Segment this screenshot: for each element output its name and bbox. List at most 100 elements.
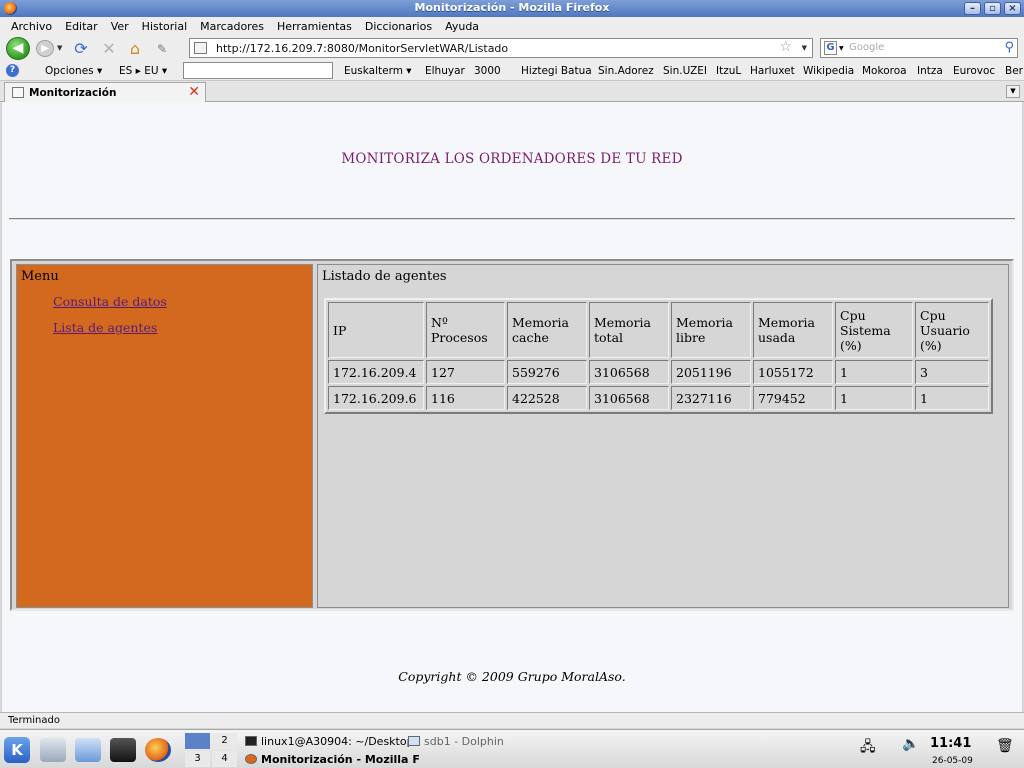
menu-diccionarios[interactable]: Diccionarios bbox=[358, 20, 438, 33]
search-magnifier-icon[interactable]: ⚲ bbox=[1004, 40, 1014, 55]
bookmark-mokoroa[interactable]: Mokoroa bbox=[862, 65, 907, 77]
firefox-small-icon bbox=[245, 754, 257, 764]
bookmark-itzul[interactable]: ItzuL bbox=[716, 65, 741, 77]
pager-desktop-4[interactable]: 4 bbox=[212, 751, 237, 767]
cell-cpu-usuario: 1 bbox=[915, 386, 989, 410]
file-manager-icon[interactable] bbox=[75, 738, 101, 762]
page-icon bbox=[194, 42, 207, 54]
network-tray-icon[interactable]: 🖧 bbox=[860, 736, 876, 760]
pager-desktop-1[interactable] bbox=[185, 733, 210, 749]
task-firefox[interactable]: Monitorización - Mozilla F bbox=[245, 753, 420, 766]
window-controls: – ▫ × bbox=[964, 2, 1021, 15]
search-input[interactable]: Google bbox=[849, 42, 884, 53]
bookmark-elhuyar[interactable]: Elhuyar bbox=[425, 65, 465, 77]
menu-herramientas[interactable]: Herramientas bbox=[270, 20, 358, 33]
bookmark-sin-uzei[interactable]: Sin.UZEI bbox=[663, 65, 707, 77]
col-memoria-total: Memoria total bbox=[589, 302, 669, 358]
terminal-icon[interactable] bbox=[110, 738, 136, 762]
cell-cpu-sistema: 1 bbox=[835, 386, 913, 410]
page-heading: MONITORIZA LOS ORDENADORES DE TU RED bbox=[341, 151, 683, 167]
tab-monitorizacion[interactable]: Monitorización ✕ bbox=[4, 82, 206, 102]
help-icon[interactable]: ? bbox=[6, 64, 19, 77]
bookmark-euskalterm[interactable]: Euskalterm ▾ bbox=[344, 65, 412, 77]
bookmark-ber[interactable]: Ber bbox=[1005, 65, 1023, 77]
menu-historial[interactable]: Historial bbox=[135, 20, 193, 33]
kde-menu-icon[interactable]: K bbox=[4, 737, 30, 763]
cell-memoria-libre: 2051196 bbox=[671, 360, 751, 384]
menu-archivo[interactable]: Archivo bbox=[4, 20, 58, 33]
task-terminal[interactable]: linux1@A30904: ~/Desktop bbox=[245, 735, 414, 748]
bookmark-wikipedia[interactable]: Wikipedia bbox=[803, 65, 854, 77]
bookmark-opciones-label: Opciones bbox=[45, 65, 94, 77]
cell-cpu-usuario: 3 bbox=[915, 360, 989, 384]
bookmark-harluxet[interactable]: Harluxet bbox=[750, 65, 795, 77]
star-icon[interactable]: ☆ bbox=[779, 39, 792, 55]
col-memoria-cache: Memoria cache bbox=[507, 302, 587, 358]
dictionary-input[interactable] bbox=[183, 62, 333, 79]
window-title: Monitorización - Mozilla Firefox bbox=[414, 1, 610, 14]
system-settings-icon[interactable] bbox=[40, 738, 66, 762]
pager-desktop-3[interactable]: 3 bbox=[185, 751, 210, 767]
cell-memoria-usada: 1055172 bbox=[753, 360, 833, 384]
table-header-row: IP Nº Procesos Memoria cache Memoria tot… bbox=[328, 302, 989, 358]
minimize-button[interactable]: – bbox=[964, 2, 981, 15]
cell-procesos: 127 bbox=[426, 360, 505, 384]
menu-bar: Archivo Editar Ver Historial Marcadores … bbox=[0, 17, 1024, 36]
dolphin-small-icon bbox=[408, 736, 420, 746]
table-row: 172.16.209.4 127 559276 3106568 2051196 … bbox=[328, 360, 989, 384]
page-content: MONITORIZA LOS ORDENADORES DE TU RED Men… bbox=[2, 102, 1022, 712]
url-dropdown-icon[interactable]: ▼ bbox=[802, 44, 807, 52]
cell-procesos: 116 bbox=[426, 386, 505, 410]
forward-arrow-icon[interactable]: ▶ bbox=[36, 40, 54, 57]
copyright-text: Copyright © 2009 Grupo MoralAso. bbox=[398, 669, 626, 684]
desktop-taskbar: K 2 3 4 linux1@A30904: ~/Desktop sdb1 - … bbox=[0, 729, 1024, 768]
search-bar[interactable]: G ▼ Google ⚲ bbox=[820, 38, 1018, 58]
reload-icon[interactable]: ⟳ bbox=[71, 39, 91, 59]
menu-ver[interactable]: Ver bbox=[104, 20, 135, 33]
menu-editar[interactable]: Editar bbox=[58, 20, 104, 33]
window-titlebar: Monitorización - Mozilla Firefox – ▫ × bbox=[0, 0, 1024, 17]
tab-page-icon bbox=[12, 87, 24, 98]
horizontal-rule bbox=[9, 218, 1015, 220]
bookmark-tool-icon[interactable]: ✎ bbox=[152, 39, 172, 59]
history-dropdown-icon[interactable]: ▼ bbox=[57, 44, 62, 52]
menu-ayuda[interactable]: Ayuda bbox=[438, 20, 485, 33]
agents-table: IP Nº Procesos Memoria cache Memoria tot… bbox=[324, 298, 993, 414]
search-engine-dropdown-icon[interactable]: ▼ bbox=[839, 45, 844, 52]
bookmark-opciones[interactable]: Opciones ▾ bbox=[45, 65, 102, 77]
cell-memoria-usada: 779452 bbox=[753, 386, 833, 410]
pager-desktop-2[interactable]: 2 bbox=[212, 733, 237, 749]
google-icon[interactable]: G bbox=[824, 41, 837, 55]
task-dolphin[interactable]: sdb1 - Dolphin bbox=[408, 735, 504, 748]
volume-tray-icon[interactable]: 🔈 bbox=[902, 736, 919, 752]
firefox-launcher-icon[interactable] bbox=[145, 738, 171, 762]
col-cpu-usuario: Cpu Usuario (%) bbox=[915, 302, 989, 358]
close-tab-icon[interactable]: ✕ bbox=[188, 84, 200, 100]
task-dolphin-label: sdb1 - Dolphin bbox=[424, 735, 504, 748]
col-memoria-usada: Memoria usada bbox=[753, 302, 833, 358]
bookmark-hiztegi-batua[interactable]: Hiztegi Batua bbox=[521, 65, 592, 77]
bookmark-lang[interactable]: ES ▸ EU ▾ bbox=[119, 65, 167, 77]
menu-marcadores[interactable]: Marcadores bbox=[193, 20, 270, 33]
close-window-button[interactable]: × bbox=[1004, 2, 1021, 15]
bookmark-sin-adorez[interactable]: Sin.Adorez bbox=[598, 65, 654, 77]
clock-time[interactable]: 11:41 bbox=[930, 736, 971, 751]
tab-list-dropdown-icon[interactable]: ▼ bbox=[1006, 85, 1020, 98]
bookmark-eurovoc[interactable]: Eurovoc bbox=[953, 65, 995, 77]
link-lista-de-agentes[interactable]: Lista de agentes bbox=[53, 320, 157, 335]
menu-title: Menu bbox=[21, 269, 59, 284]
url-bar[interactable]: http://172.16.209.7:8080/MonitorServletW… bbox=[189, 38, 813, 58]
cell-ip: 172.16.209.6 bbox=[328, 386, 424, 410]
bookmark-3000[interactable]: 3000 bbox=[474, 65, 501, 77]
desktop-pager: 2 3 4 bbox=[185, 733, 237, 767]
trash-icon[interactable]: 🗑 bbox=[996, 738, 1014, 754]
link-consulta-de-datos[interactable]: Consulta de datos bbox=[53, 294, 167, 309]
back-arrow-icon[interactable]: ◀ bbox=[6, 37, 30, 60]
task-firefox-label: Monitorización - Mozilla F bbox=[261, 753, 420, 766]
terminal-small-icon bbox=[245, 736, 257, 746]
home-icon[interactable]: ⌂ bbox=[125, 39, 145, 59]
stop-icon[interactable]: ✕ bbox=[99, 39, 119, 59]
col-memoria-libre: Memoria libre bbox=[671, 302, 751, 358]
maximize-button[interactable]: ▫ bbox=[984, 2, 1001, 15]
bookmark-intza[interactable]: Intza bbox=[917, 65, 943, 77]
